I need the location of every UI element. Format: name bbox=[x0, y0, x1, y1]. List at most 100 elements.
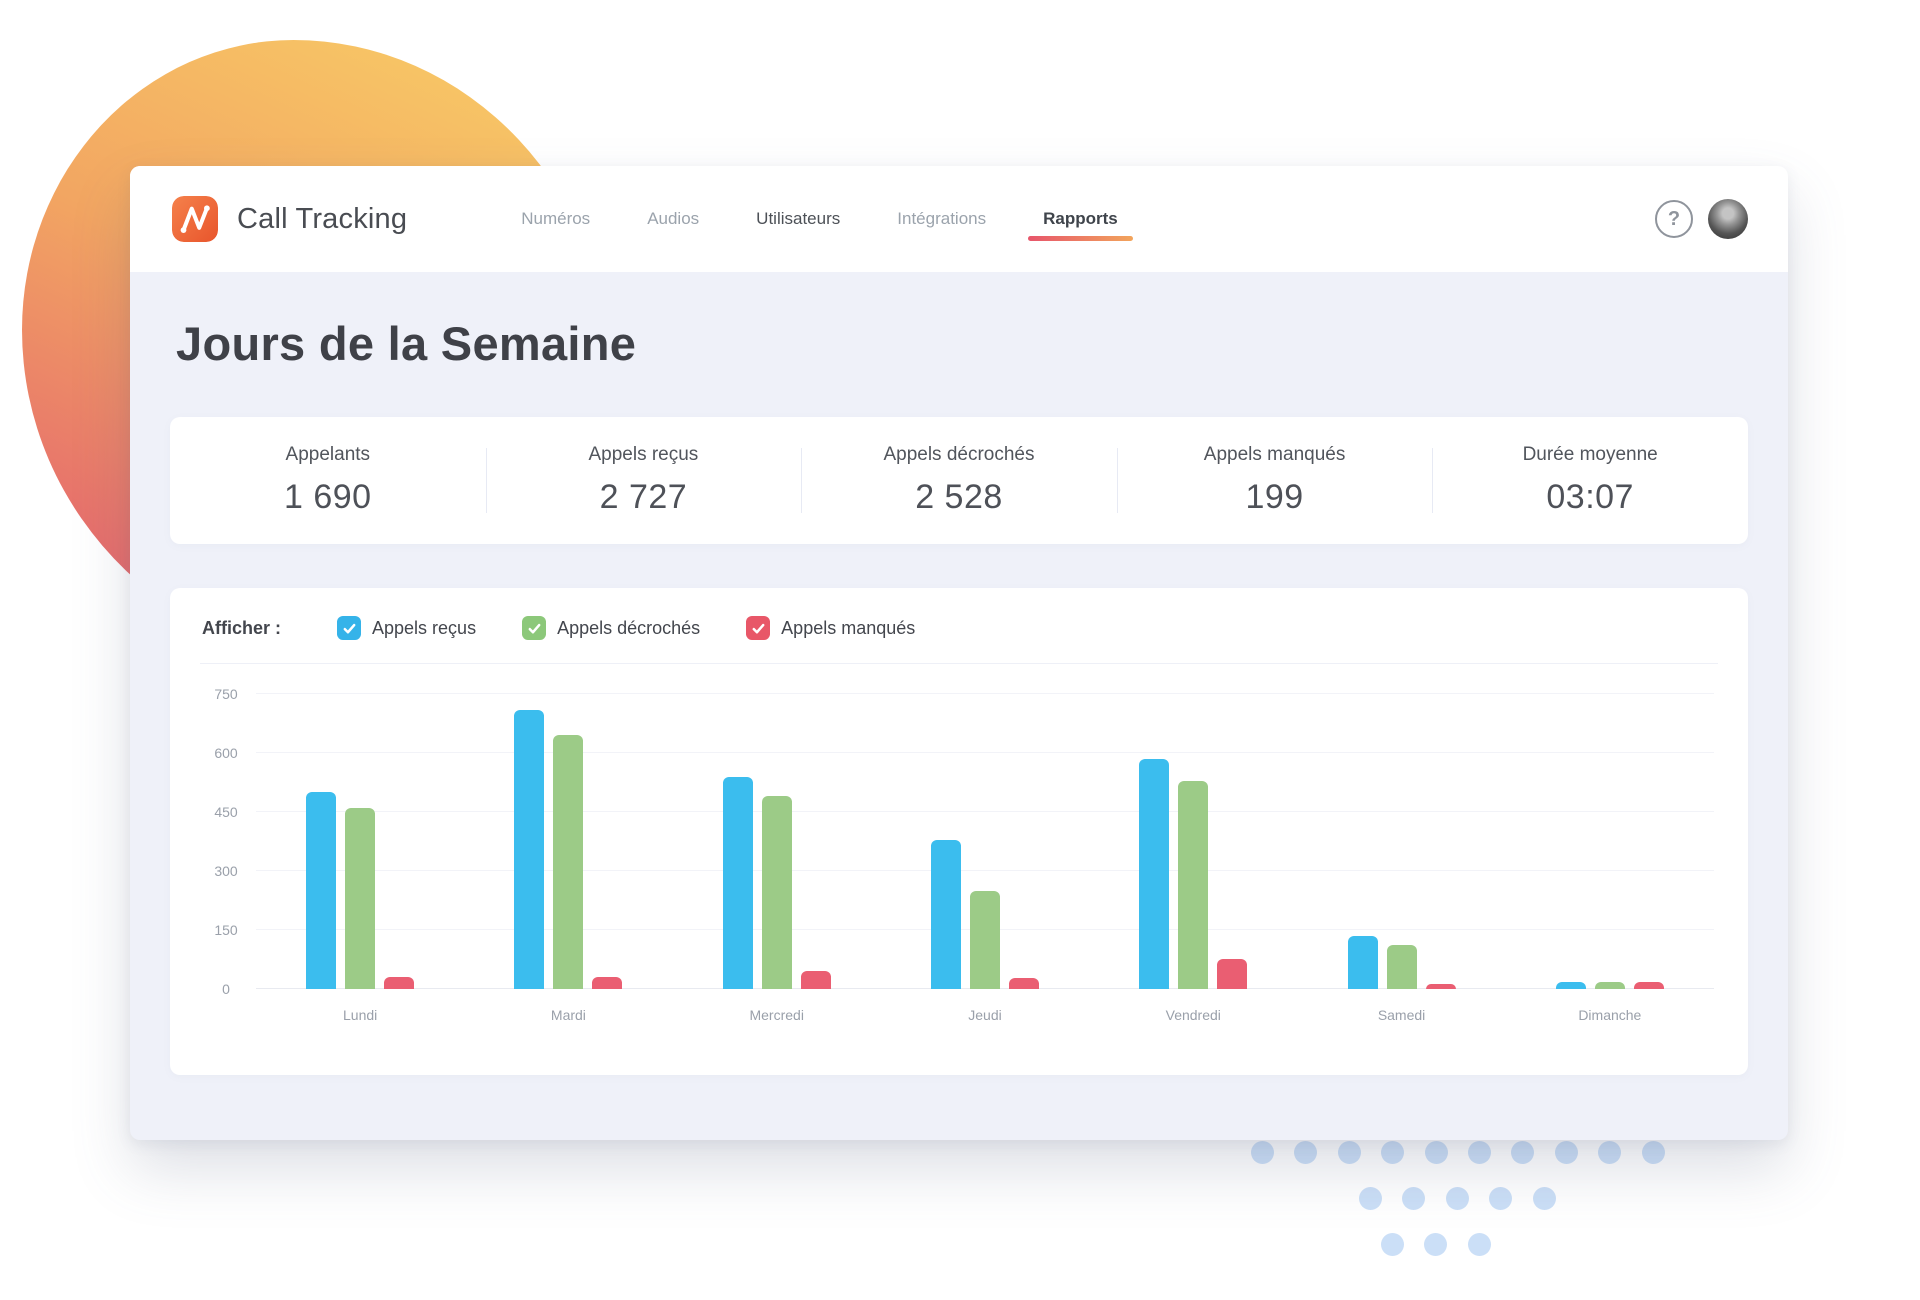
main-nav: Numéros Audios Utilisateurs Intégrations Rap… bbox=[521, 209, 1118, 229]
stat-value: 2 727 bbox=[486, 478, 802, 517]
bar-appels-re-us[interactable] bbox=[306, 792, 336, 989]
filter-checkbox-appels-re-us[interactable]: Appels reçus bbox=[337, 616, 476, 640]
checkbox-checked-icon bbox=[337, 616, 361, 640]
decor-dot bbox=[1642, 1141, 1665, 1164]
y-axis: 0150300450600750 bbox=[204, 694, 256, 989]
decor-dot bbox=[1446, 1187, 1469, 1210]
bar-appels-re-us[interactable] bbox=[1348, 936, 1378, 989]
bar-appels-manqu-s[interactable] bbox=[1426, 984, 1456, 989]
stat-value: 2 528 bbox=[801, 478, 1117, 517]
bar-group-mercredi bbox=[673, 777, 881, 989]
y-tick-label: 0 bbox=[204, 981, 248, 997]
avatar[interactable] bbox=[1708, 199, 1748, 239]
stat-value: 199 bbox=[1117, 478, 1433, 517]
bar-group-dimanche bbox=[1506, 982, 1714, 989]
filter-row: Afficher : Appels reçus Appels décrochés A… bbox=[200, 616, 1718, 640]
bar-appels-manqu-s[interactable] bbox=[1217, 959, 1247, 989]
decor-dot bbox=[1489, 1187, 1512, 1210]
x-axis-labels: LundiMardiMercrediJeudiVendrediSamediDim… bbox=[256, 1007, 1714, 1023]
nav-item-label: Intégrations bbox=[897, 209, 986, 228]
y-tick-label: 150 bbox=[204, 922, 248, 938]
stat-value: 03:07 bbox=[1432, 478, 1748, 517]
bar-appels-re-us[interactable] bbox=[514, 710, 544, 989]
dashboard-card: Call Tracking Numéros Audios Utilisateurs I… bbox=[130, 166, 1788, 1140]
decor-dot bbox=[1468, 1141, 1491, 1164]
bar-appels-manqu-s[interactable] bbox=[1634, 982, 1664, 989]
decor-dot bbox=[1381, 1141, 1404, 1164]
bar-appels-re-us[interactable] bbox=[1139, 759, 1169, 989]
stat-cell: Appels reçus 2 727 bbox=[486, 444, 802, 517]
stat-cell: Durée moyenne03:07 bbox=[1432, 444, 1748, 517]
y-tick-label: 600 bbox=[204, 745, 248, 761]
x-axis-label: Samedi bbox=[1297, 1007, 1505, 1023]
filter-label: Appels décrochés bbox=[557, 618, 700, 639]
decor-dot bbox=[1468, 1233, 1491, 1256]
nav-item-audios[interactable]: Audios bbox=[647, 209, 699, 229]
header-actions: ? bbox=[1655, 199, 1748, 239]
nav-item-utilisateurs[interactable]: Utilisateurs bbox=[756, 209, 840, 229]
page: Call Tracking Numéros Audios Utilisateurs I… bbox=[0, 0, 1920, 1300]
stat-cell: Appels décrochés2 528 bbox=[801, 444, 1117, 517]
stat-cell: Appels manqués 199 bbox=[1117, 444, 1433, 517]
help-button[interactable]: ? bbox=[1655, 200, 1693, 238]
bar-appels-d-croch-s[interactable] bbox=[762, 796, 792, 989]
bar-appels-d-croch-s[interactable] bbox=[1595, 982, 1625, 989]
divider bbox=[200, 663, 1718, 664]
x-axis-label: Dimanche bbox=[1506, 1007, 1714, 1023]
stat-label: Appels manqués bbox=[1117, 444, 1433, 466]
decor-dot bbox=[1424, 1233, 1447, 1256]
decor-dot bbox=[1359, 1187, 1382, 1210]
bar-appels-manqu-s[interactable] bbox=[1009, 978, 1039, 989]
page-title: Jours de la Semaine bbox=[176, 316, 1748, 371]
stats-summary: Appelants1 690Appels reçus 2 727Appels dé… bbox=[170, 417, 1748, 544]
question-icon: ? bbox=[1668, 208, 1680, 231]
filter-checkbox-appels-manqu-s[interactable]: Appels manqués bbox=[746, 616, 915, 640]
bar-appels-re-us[interactable] bbox=[723, 777, 753, 989]
filter-label: Appels manqués bbox=[781, 618, 915, 639]
bar-group-samedi bbox=[1297, 936, 1505, 989]
dots-pattern bbox=[1251, 1141, 1731, 1281]
checkbox-checked-icon bbox=[746, 616, 770, 640]
y-tick-label: 300 bbox=[204, 863, 248, 879]
decor-dot bbox=[1381, 1233, 1404, 1256]
bar-group-jeudi bbox=[881, 840, 1089, 989]
decor-dot bbox=[1533, 1187, 1556, 1210]
stat-cell: Appelants1 690 bbox=[170, 444, 486, 517]
x-axis-label: Mardi bbox=[464, 1007, 672, 1023]
nav-item-label: Audios bbox=[647, 209, 699, 228]
dashboard-body: Jours de la Semaine Appelants1 690Appels… bbox=[130, 316, 1788, 1075]
bar-groups bbox=[256, 694, 1714, 989]
chart-card: Afficher : Appels reçus Appels décrochés A… bbox=[170, 588, 1748, 1075]
bar-appels-d-croch-s[interactable] bbox=[1178, 781, 1208, 989]
bar-appels-d-croch-s[interactable] bbox=[345, 808, 375, 989]
bar-group-mardi bbox=[464, 710, 672, 989]
bar-appels-manqu-s[interactable] bbox=[592, 977, 622, 989]
bar-appels-manqu-s[interactable] bbox=[801, 971, 831, 989]
bar-chart: 0150300450600750 LundiMardiMercrediJeudi… bbox=[200, 694, 1718, 1039]
nav-item-numéros[interactable]: Numéros bbox=[521, 209, 590, 229]
active-tab-underline bbox=[1028, 236, 1133, 241]
filter-checkbox-appels-d-croch-s[interactable]: Appels décrochés bbox=[522, 616, 700, 640]
nav-item-label: Numéros bbox=[521, 209, 590, 228]
bar-appels-re-us[interactable] bbox=[1556, 982, 1586, 989]
bar-group-lundi bbox=[256, 792, 464, 989]
nav-item-label: Rapports bbox=[1043, 209, 1118, 228]
app-title: Call Tracking bbox=[237, 203, 407, 236]
bar-appels-manqu-s[interactable] bbox=[384, 977, 414, 989]
stat-label: Appels reçus bbox=[486, 444, 802, 466]
filter-title: Afficher : bbox=[202, 618, 281, 639]
bar-appels-d-croch-s[interactable] bbox=[970, 891, 1000, 989]
nav-item-rapports[interactable]: Rapports bbox=[1043, 209, 1118, 229]
chart-plot: LundiMardiMercrediJeudiVendrediSamediDim… bbox=[256, 694, 1714, 1039]
decor-dot bbox=[1294, 1141, 1317, 1164]
nav-item-intégrations[interactable]: Intégrations bbox=[897, 209, 986, 229]
decor-dot bbox=[1598, 1141, 1621, 1164]
x-axis-label: Lundi bbox=[256, 1007, 464, 1023]
bar-appels-d-croch-s[interactable] bbox=[553, 735, 583, 989]
app-header: Call Tracking Numéros Audios Utilisateurs I… bbox=[130, 166, 1788, 272]
stat-label: Appelants bbox=[170, 444, 486, 466]
x-axis-label: Vendredi bbox=[1089, 1007, 1297, 1023]
bar-appels-re-us[interactable] bbox=[931, 840, 961, 989]
decor-dot bbox=[1338, 1141, 1361, 1164]
bar-appels-d-croch-s[interactable] bbox=[1387, 945, 1417, 989]
